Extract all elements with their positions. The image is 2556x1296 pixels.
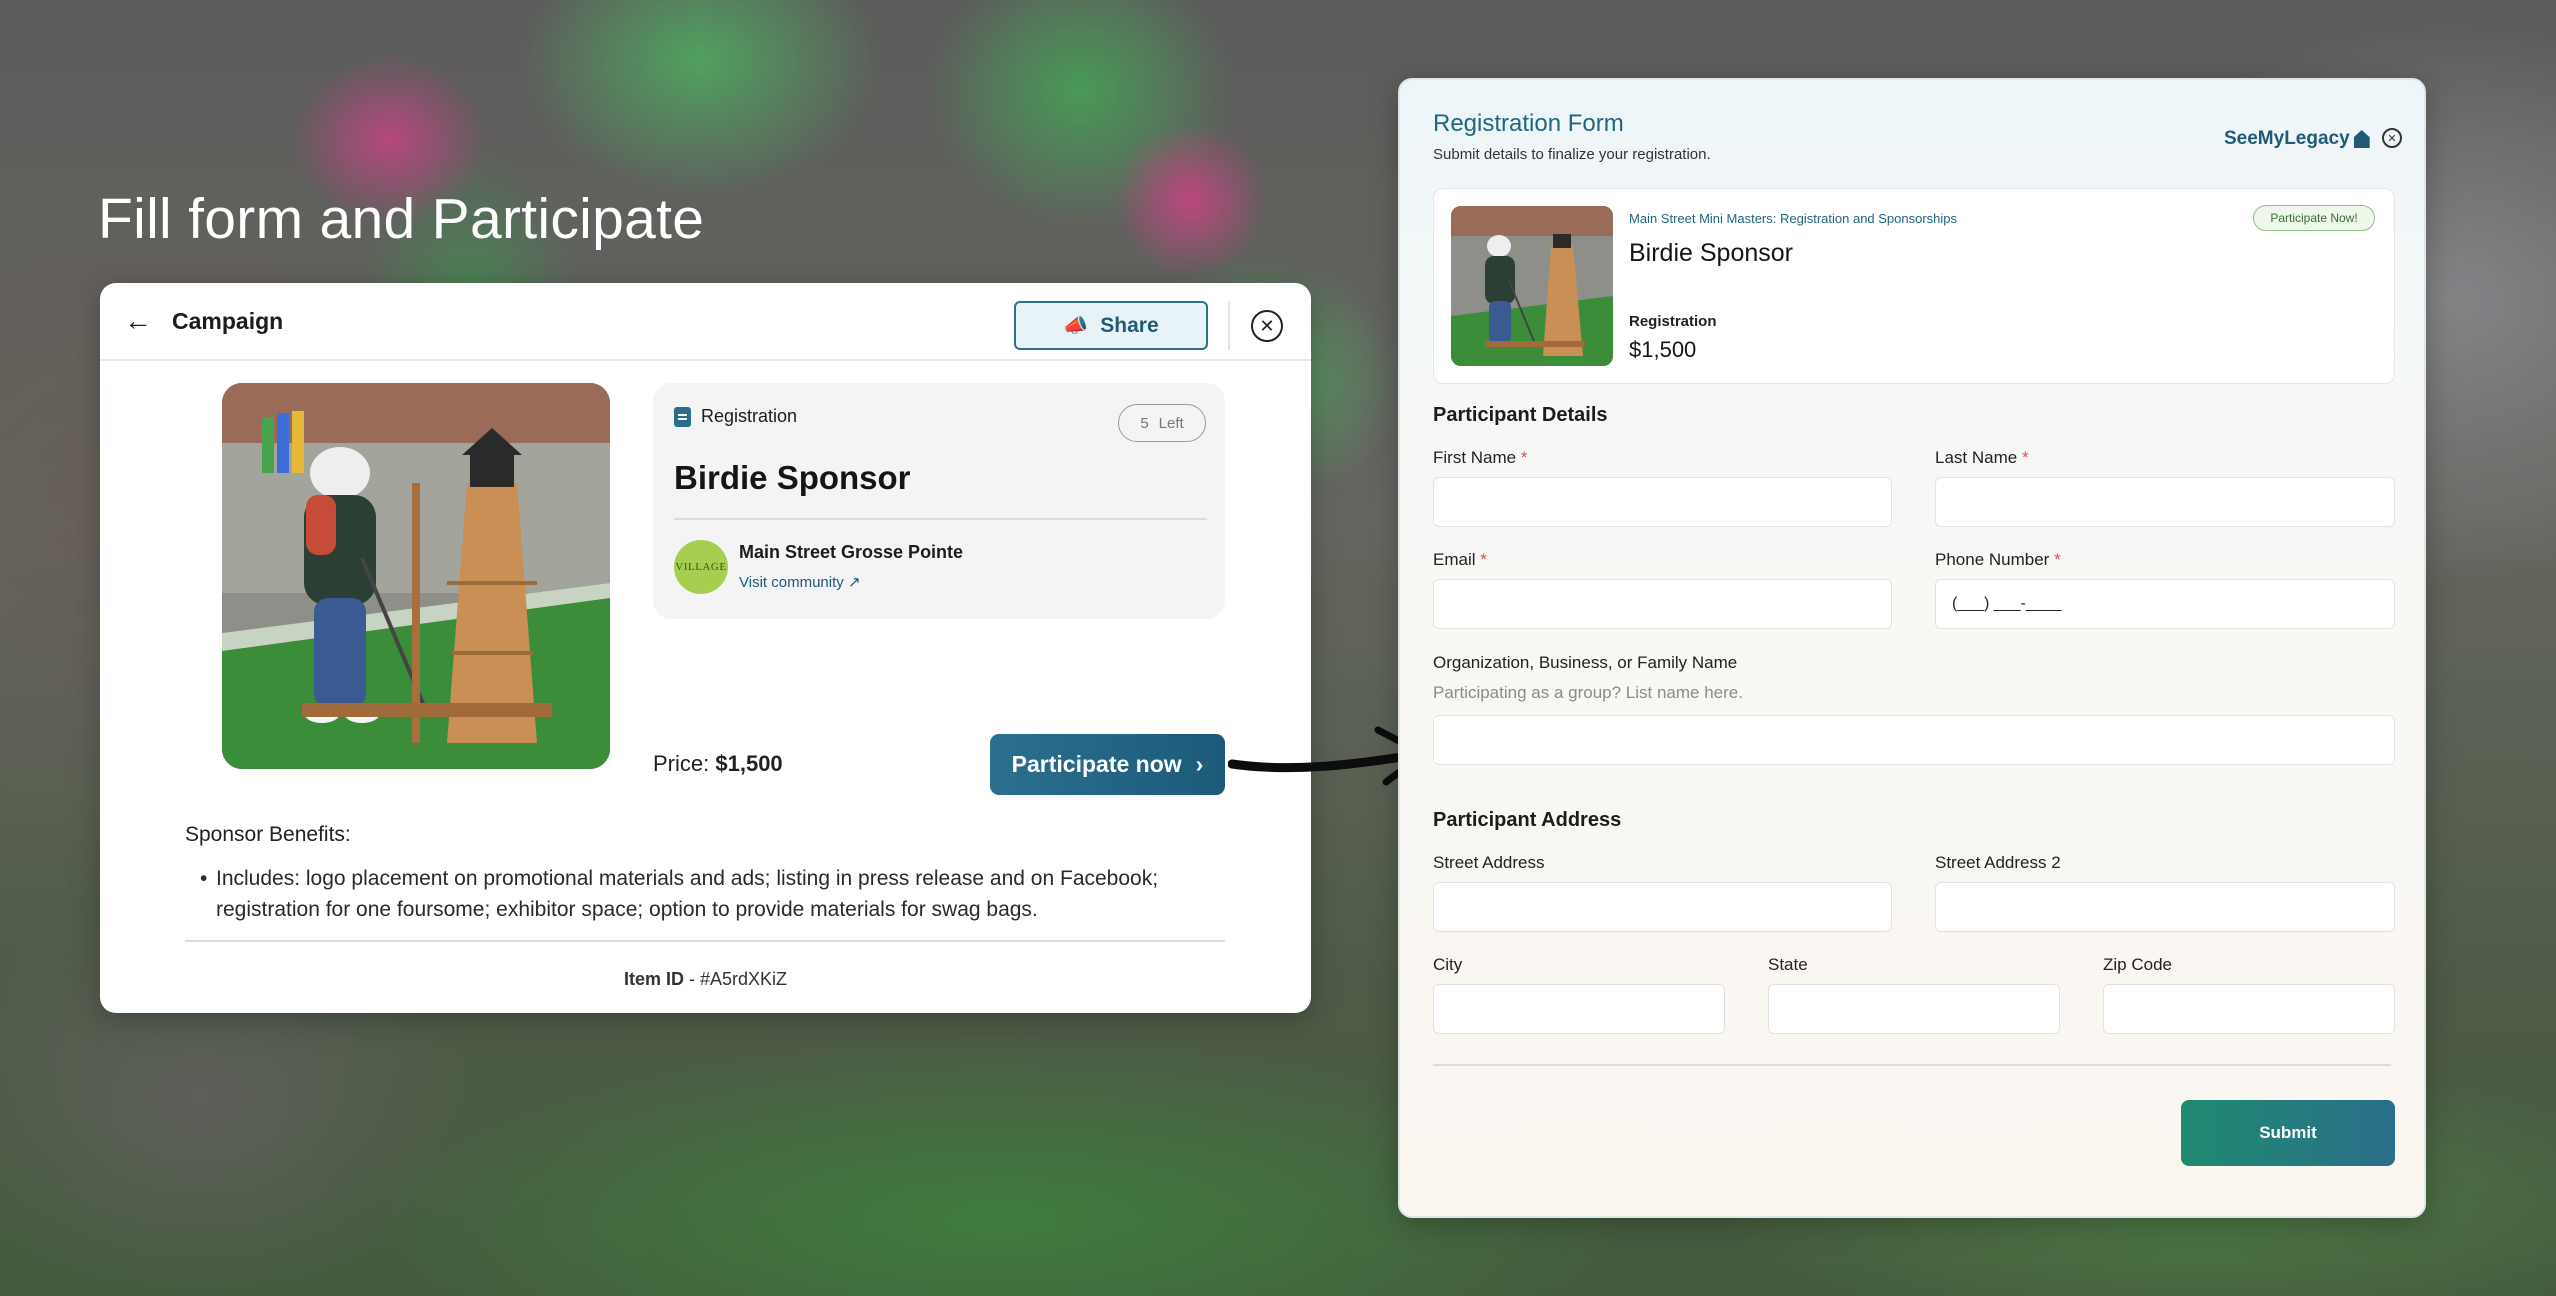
street-address-2-label: Street Address 2 — [1935, 853, 2061, 872]
brand-logo: SeeMyLegacy — [2224, 128, 2370, 150]
header-divider — [1228, 301, 1230, 350]
item-id-label: Item ID — [623, 969, 684, 989]
community-logo-text: VILLAGE — [675, 561, 727, 573]
brand-name: SeeMyLegacy — [2224, 128, 2350, 149]
street-address-label: Street Address — [1433, 853, 1545, 872]
price-value: $1,500 — [715, 751, 783, 776]
required-mark: * — [2054, 550, 2061, 569]
phone-label: Phone Number * — [1935, 550, 2061, 570]
share-button[interactable]: 📣 Share — [1014, 301, 1208, 350]
street-address-2-input[interactable] — [1935, 882, 2395, 932]
price-label: Price: — [653, 751, 710, 776]
form-subtitle: Submit details to finalize your registra… — [1433, 146, 1711, 163]
form-close-icon[interactable]: ✕ — [2382, 128, 2402, 148]
state-input[interactable] — [1768, 984, 2060, 1034]
summary-thumbnail — [1451, 206, 1613, 366]
document-icon — [674, 406, 691, 427]
summary-price: $1,500 — [1629, 337, 1697, 362]
participant-address-heading: Participant Address — [1433, 809, 1622, 831]
bullet-icon: • — [200, 867, 208, 890]
campaign-title: Campaign — [172, 307, 284, 334]
org-hint: Participating as a group? List name here… — [1433, 683, 1743, 702]
city-input[interactable] — [1433, 984, 1725, 1034]
email-input[interactable] — [1433, 579, 1892, 629]
participate-now-badge: Participate Now! — [2253, 205, 2375, 231]
brand-mark-icon — [2353, 130, 2370, 148]
remaining-label: Left — [1158, 414, 1184, 432]
campaign-card: ← Campaign 📣 Share ✕ Registration 5 Left… — [100, 283, 1311, 1013]
state-label: State — [1768, 955, 1808, 974]
required-mark: * — [2021, 448, 2029, 467]
street-address-input[interactable] — [1433, 882, 1892, 932]
email-label-text: Email — [1433, 550, 1476, 569]
close-icon[interactable]: ✕ — [1251, 310, 1283, 342]
chevron-right-icon: › — [1195, 751, 1204, 777]
golf-kid-photo — [222, 383, 610, 769]
share-label: Share — [1100, 313, 1159, 337]
item-type: Registration — [674, 406, 797, 427]
hero-title: Fill form and Participate — [98, 187, 705, 251]
form-divider — [1433, 1064, 2391, 1066]
back-arrow-icon[interactable]: ← — [124, 307, 154, 335]
submit-button[interactable]: Submit — [2181, 1100, 2395, 1166]
product-photo — [222, 383, 610, 769]
item-summary-card: Main Street Mini Masters: Registration a… — [1433, 188, 2395, 384]
email-label: Email * — [1433, 550, 1487, 570]
community-name: Main Street Grosse Pointe — [739, 542, 964, 562]
community-logo[interactable]: VILLAGE — [674, 540, 728, 594]
first-name-label-text: First Name — [1433, 448, 1517, 467]
zip-code-input[interactable] — [2103, 984, 2395, 1034]
item-type-label: Registration — [701, 406, 798, 426]
org-label: Organization, Business, or Family Name — [1433, 653, 1738, 672]
visit-community-label: Visit community — [739, 574, 844, 591]
first-name-input[interactable] — [1433, 477, 1892, 527]
item-id: Item ID - #A5rdXKiZ — [100, 969, 1311, 990]
benefits-divider — [185, 940, 1225, 942]
item-info-panel: Registration 5 Left Birdie Sponsor VILLA… — [653, 383, 1225, 619]
participate-label: Participate now — [1011, 751, 1182, 777]
external-arrow-icon: ↗ — [847, 574, 861, 591]
participate-now-button[interactable]: Participate now › — [990, 734, 1225, 795]
summary-campaign-name: Main Street Mini Masters: Registration a… — [1629, 211, 1958, 226]
city-label: City — [1433, 955, 1463, 974]
required-mark: * — [1480, 550, 1487, 569]
visit-community-link[interactable]: Visit community ↗ — [739, 573, 861, 591]
benefits-title: Sponsor Benefits: — [185, 823, 351, 846]
remaining-badge: 5 Left — [1118, 404, 1206, 442]
summary-item-title: Birdie Sponsor — [1629, 239, 1793, 267]
item-id-value: #A5rdXKiZ — [699, 969, 788, 989]
benefits-text: Includes: logo placement on promotional … — [216, 867, 1159, 921]
form-title: Registration Form — [1433, 110, 1624, 137]
megaphone-icon: 📣 — [1063, 315, 1089, 337]
info-divider — [674, 518, 1207, 520]
remaining-count: 5 — [1140, 414, 1149, 432]
last-name-label: Last Name * — [1935, 448, 2029, 468]
required-mark: * — [1520, 448, 1528, 467]
summary-photo — [1451, 206, 1613, 366]
registration-form: Registration Form Submit details to fina… — [1398, 78, 2426, 1218]
summary-item-type: Registration — [1629, 313, 1717, 330]
org-input[interactable] — [1433, 715, 2395, 765]
item-id-separator: - — [688, 969, 700, 989]
price-line: Price: $1,500 — [653, 751, 783, 777]
zip-code-label: Zip Code — [2103, 955, 2172, 974]
first-name-label: First Name * — [1433, 448, 1527, 468]
last-name-input[interactable] — [1935, 477, 2395, 527]
phone-label-text: Phone Number — [1935, 550, 2050, 569]
participant-details-heading: Participant Details — [1433, 404, 1608, 426]
phone-input[interactable] — [1935, 579, 2395, 629]
last-name-label-text: Last Name — [1935, 448, 2018, 467]
item-title: Birdie Sponsor — [674, 459, 911, 496]
